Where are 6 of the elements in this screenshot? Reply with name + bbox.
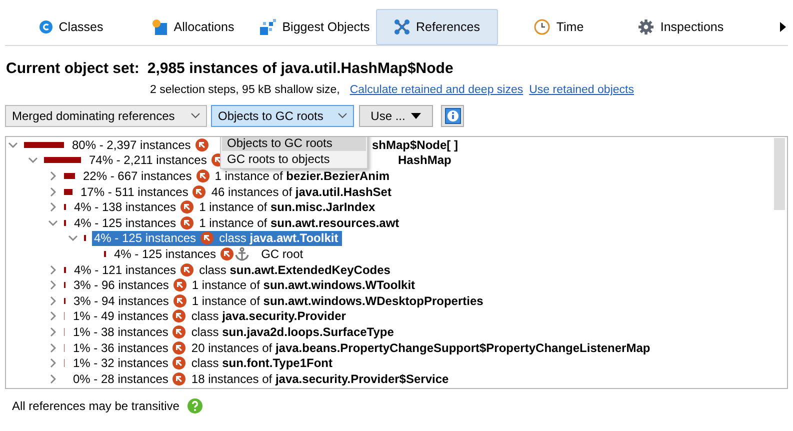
heading-value: 2,985 instances of java.util.HashMap$Node (147, 60, 454, 77)
summary-text: 2 selection steps, 95 kB shallow size, (150, 84, 340, 96)
node-description: HashMap (398, 153, 452, 168)
heading-label: Current object set: (6, 60, 140, 77)
node-description: shMap$Node[ ] (372, 138, 458, 152)
status-text: All references may be transitive (12, 399, 180, 413)
